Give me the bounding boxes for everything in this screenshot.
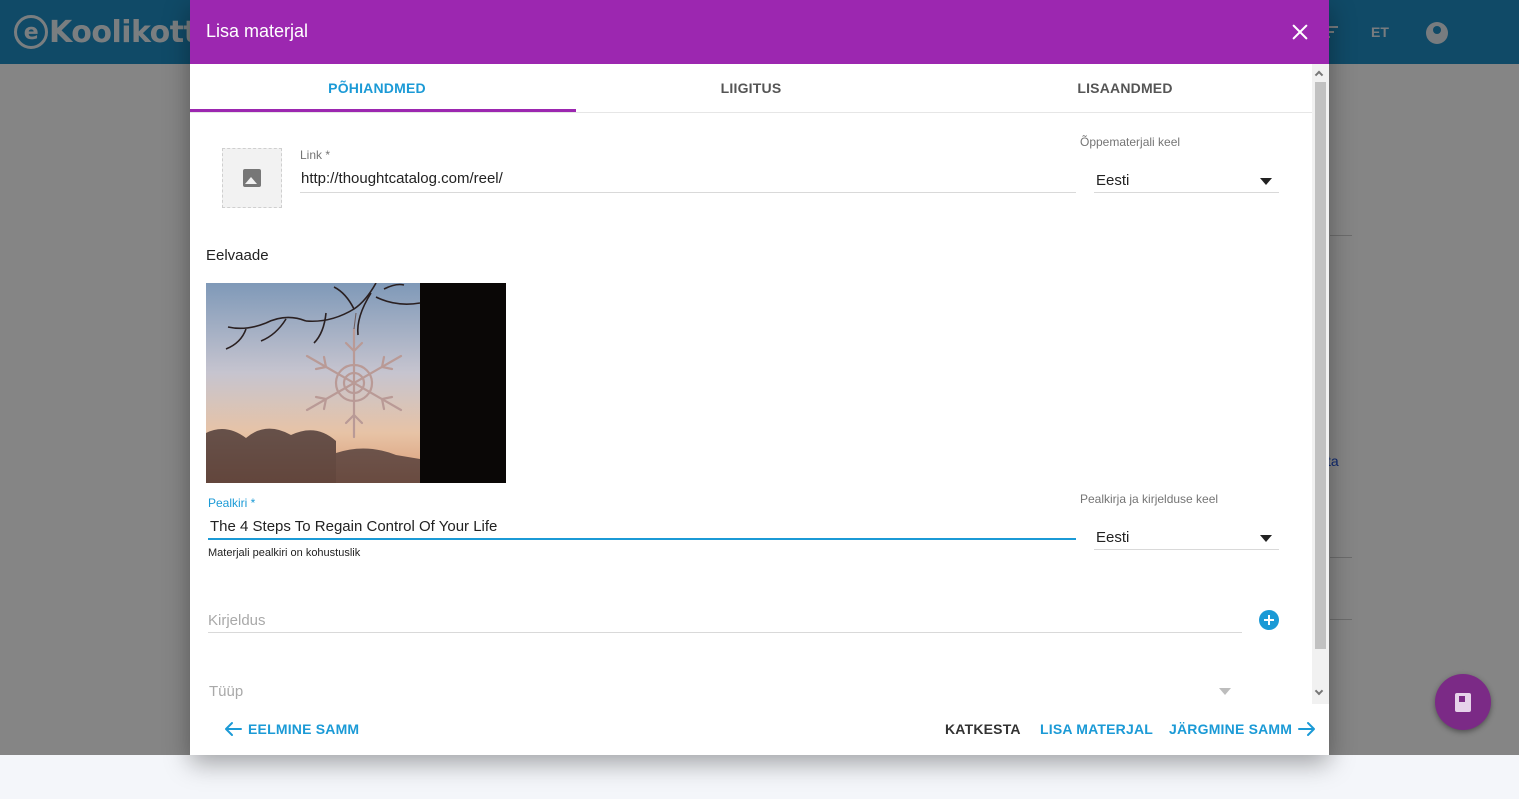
previous-step-label: EELMINE SAMM (248, 721, 360, 737)
arrow-right-icon (1298, 722, 1316, 736)
add-description-icon[interactable] (1259, 610, 1279, 630)
title-input[interactable]: The 4 Steps To Regain Control Of Your Li… (210, 518, 497, 535)
chevron-down-icon[interactable] (1219, 688, 1231, 695)
link-input[interactable]: http://thoughtcatalog.com/reel/ (301, 170, 503, 187)
dialog-header: Lisa materjal (190, 0, 1329, 64)
dialog-tabs: PÕHIANDMED LIIGITUS LISAANDMED (190, 64, 1312, 113)
preview-title: Eelvaade (206, 247, 269, 264)
material-language-label: Õppematerjali keel (1080, 135, 1181, 149)
title-required-hint: Materjali pealkiri on kohustuslik (208, 547, 361, 559)
next-step-button[interactable]: JÄRGMINE SAMM (1169, 721, 1316, 737)
link-underline (300, 192, 1076, 193)
next-step-label: JÄRGMINE SAMM (1169, 721, 1293, 737)
scroll-thumb[interactable] (1315, 82, 1326, 649)
image-icon (243, 169, 261, 187)
tab-liigitus[interactable]: LIIGITUS (564, 64, 938, 112)
add-material-button[interactable]: LISA MATERJAL (1040, 721, 1153, 737)
material-language-underline (1094, 192, 1279, 193)
tab-lisaandmed[interactable]: LISAANDMED (938, 64, 1312, 112)
add-material-dialog: Lisa materjal PÕHIANDMED LIIGITUS LISAAN… (190, 0, 1329, 755)
description-underline (208, 632, 1242, 633)
preview-image (206, 283, 506, 483)
add-material-fab[interactable] (1435, 674, 1491, 730)
title-language-underline (1094, 549, 1279, 550)
description-input[interactable]: Kirjeldus (208, 612, 266, 629)
dialog-footer: EELMINE SAMM KATKESTA LISA MATERJAL JÄRG… (190, 704, 1329, 755)
scroll-down-icon[interactable] (1314, 686, 1324, 696)
link-label: Link * (300, 148, 331, 162)
dialog-title: Lisa materjal (206, 21, 309, 41)
dialog-scrollbar[interactable] (1312, 64, 1329, 704)
title-underline-focused (208, 538, 1076, 540)
chevron-down-icon[interactable] (1260, 178, 1272, 185)
title-label: Pealkiri * (208, 496, 256, 510)
book-icon (1455, 692, 1471, 712)
cancel-button[interactable]: KATKESTA (945, 721, 1021, 737)
title-language-label: Pealkirja ja kirjelduse keel (1080, 492, 1219, 506)
close-icon[interactable] (1291, 23, 1309, 41)
type-select[interactable]: Tüüp (209, 683, 243, 700)
arrow-left-icon (225, 722, 242, 736)
chevron-down-icon[interactable] (1260, 535, 1272, 542)
active-tab-indicator (190, 109, 576, 112)
tab-pohiandmed[interactable]: PÕHIANDMED (190, 64, 564, 112)
title-language-select[interactable]: Eesti (1096, 529, 1129, 546)
material-language-select[interactable]: Eesti (1096, 172, 1129, 189)
previous-step-button[interactable]: EELMINE SAMM (224, 721, 359, 737)
thumbnail-upload[interactable] (222, 148, 282, 208)
scroll-up-icon[interactable] (1314, 70, 1324, 80)
